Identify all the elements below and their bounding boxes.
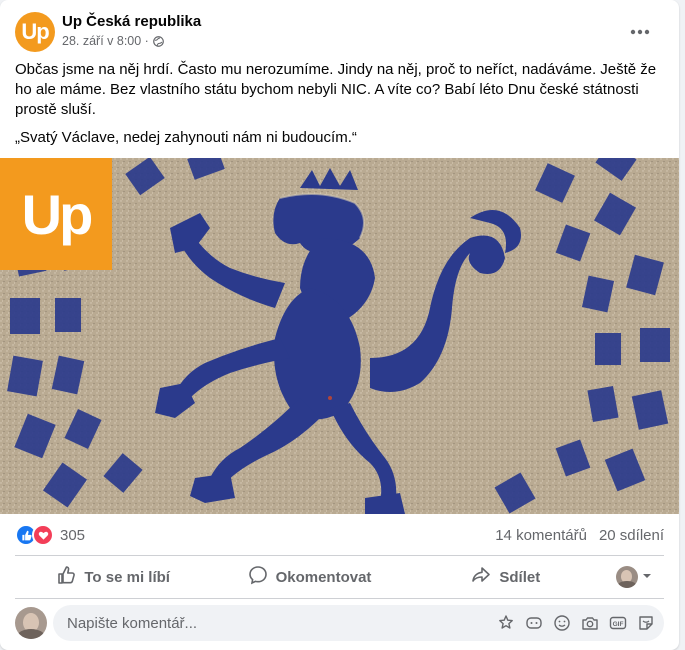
camera-icon[interactable] bbox=[580, 613, 600, 633]
post-paragraph-2: „Svatý Václave, nedej zahynouti nám ni b… bbox=[15, 129, 357, 146]
sticker-note-icon[interactable] bbox=[636, 613, 656, 633]
divider-bottom bbox=[15, 598, 664, 599]
page-name-link[interactable]: Up Česká republika bbox=[62, 13, 201, 30]
share-button[interactable]: Sdílet bbox=[408, 559, 604, 595]
account-switcher[interactable] bbox=[604, 566, 664, 588]
comment-label: Okomentovat bbox=[275, 568, 372, 586]
svg-text:GIF: GIF bbox=[613, 621, 624, 628]
reaction-count[interactable]: 305 bbox=[60, 527, 85, 544]
up-logo-overlay: Up bbox=[0, 158, 112, 270]
user-avatar[interactable] bbox=[15, 607, 47, 639]
post-paragraph-1: Občas jsme na něj hrdí. Často mu nerozum… bbox=[15, 61, 657, 118]
share-arrow-icon bbox=[471, 565, 491, 589]
comments-count-link[interactable]: 14 komentářů bbox=[495, 527, 587, 544]
sticker-icon[interactable] bbox=[524, 613, 544, 633]
share-label: Sdílet bbox=[499, 568, 541, 586]
post-header: Up Up Česká republika 28. září v 8:00 · bbox=[15, 10, 664, 54]
comment-composer: GIF bbox=[15, 604, 664, 642]
thumbs-up-icon bbox=[56, 565, 76, 589]
avatar-sticker-icon[interactable] bbox=[496, 613, 516, 633]
user-avatar-small bbox=[615, 566, 638, 588]
post-meta: 28. září v 8:00 · bbox=[62, 34, 164, 48]
love-reaction-icon bbox=[32, 524, 54, 546]
comment-button[interactable]: Okomentovat bbox=[211, 559, 407, 595]
reactions-summary[interactable]: 305 bbox=[15, 524, 85, 546]
like-label: To se mi líbí bbox=[84, 568, 170, 586]
chevron-down-icon bbox=[642, 568, 652, 586]
comment-tools: GIF bbox=[496, 613, 656, 633]
engagement-counts: 14 komentářů 20 sdílení bbox=[495, 527, 664, 544]
comment-box[interactable]: GIF bbox=[53, 605, 664, 641]
gif-icon[interactable]: GIF bbox=[608, 613, 628, 633]
post-card: Up Up Česká republika 28. září v 8:00 · … bbox=[0, 0, 679, 650]
post-stats: 305 14 komentářů 20 sdílení bbox=[15, 520, 664, 550]
divider-top bbox=[15, 555, 664, 556]
globe-icon[interactable] bbox=[152, 35, 164, 47]
like-button[interactable]: To se mi líbí bbox=[15, 559, 211, 595]
post-image[interactable]: Up bbox=[0, 158, 679, 514]
comment-input[interactable] bbox=[65, 613, 496, 633]
action-bar: To se mi líbí Okomentovat Sdílet bbox=[15, 559, 664, 595]
emoji-icon[interactable] bbox=[552, 613, 572, 633]
page-avatar[interactable]: Up bbox=[15, 12, 55, 52]
comment-bubble-icon bbox=[248, 565, 268, 589]
more-options-icon[interactable] bbox=[626, 18, 654, 46]
post-message: Občas jsme na něj hrdí. Často mu nerozum… bbox=[15, 60, 665, 156]
shares-count-link[interactable]: 20 sdílení bbox=[599, 527, 664, 544]
post-timestamp[interactable]: 28. září v 8:00 · bbox=[62, 34, 149, 48]
